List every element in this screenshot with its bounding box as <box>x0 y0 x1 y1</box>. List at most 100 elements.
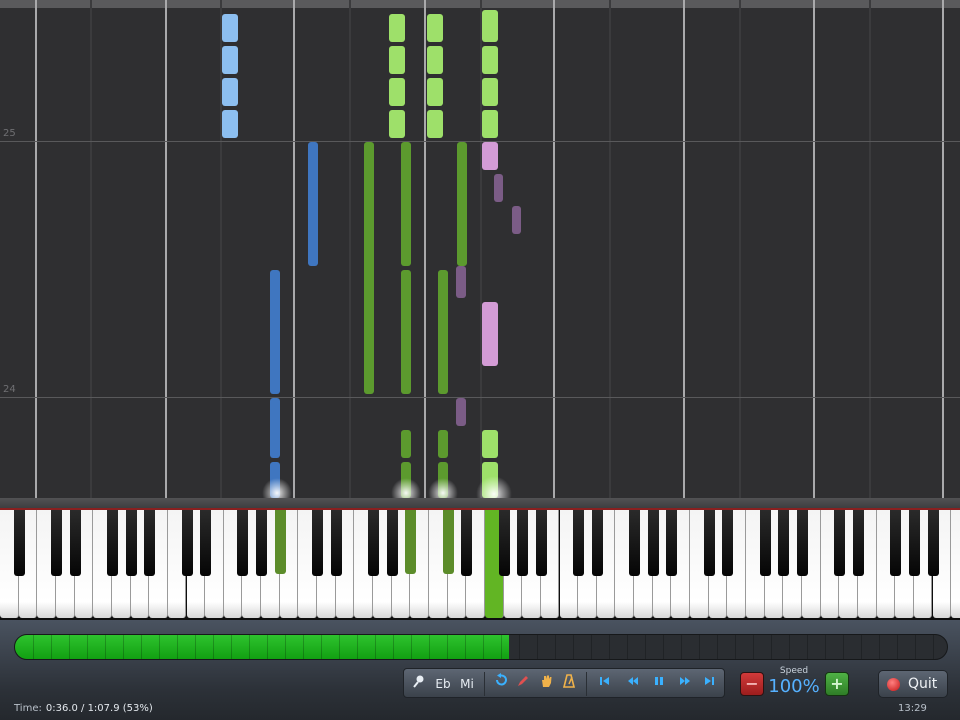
black-key[interactable] <box>852 510 864 576</box>
black-key[interactable] <box>144 510 156 576</box>
progress-segment <box>339 635 340 659</box>
black-key[interactable] <box>461 510 473 576</box>
black-key[interactable] <box>181 510 193 576</box>
black-key[interactable] <box>629 510 641 576</box>
black-key[interactable] <box>50 510 62 576</box>
progress-segment <box>141 635 142 659</box>
playback-toolbar: Eb Mi <box>403 668 725 698</box>
roll-gridline <box>293 0 295 498</box>
black-key[interactable] <box>386 510 398 576</box>
note-hit-glow <box>262 478 292 498</box>
undo-icon[interactable] <box>492 673 510 695</box>
falling-note <box>389 78 405 106</box>
progress-segment <box>249 635 250 659</box>
progress-fill <box>15 635 509 659</box>
key-selector-button[interactable]: Eb <box>432 673 454 695</box>
pause-icon[interactable] <box>650 673 668 695</box>
roll-gridline <box>869 0 871 498</box>
black-key[interactable] <box>330 510 342 576</box>
black-key[interactable] <box>535 510 547 576</box>
falling-note <box>482 46 498 74</box>
skip-end-icon[interactable] <box>700 673 718 695</box>
black-key[interactable] <box>274 510 286 574</box>
note-hit-glow <box>476 476 512 498</box>
falling-note <box>401 430 411 458</box>
black-key[interactable] <box>368 510 379 576</box>
progress-segment <box>573 635 574 659</box>
falling-note <box>427 110 443 138</box>
time-value: 0:36.0 / 1:07.9 (53%) <box>45 703 153 714</box>
roll-gridline <box>90 0 92 498</box>
black-key[interactable] <box>69 510 81 576</box>
quit-button[interactable]: Quit <box>878 670 948 698</box>
progress-segment <box>627 635 628 659</box>
speed-decrease-button[interactable]: − <box>740 672 764 696</box>
progress-segment <box>753 635 754 659</box>
control-panel: Eb Mi − Speed 100% + Quit Time: 0:36.0 /… <box>0 620 960 720</box>
black-key[interactable] <box>498 510 510 576</box>
piano-keyboard[interactable] <box>0 510 960 620</box>
progress-segment <box>105 635 106 659</box>
falling-note <box>222 110 238 138</box>
fast-forward-icon[interactable] <box>676 673 694 695</box>
note-hit-glow <box>391 478 421 498</box>
black-key[interactable] <box>908 510 920 576</box>
tempo-icon[interactable] <box>410 673 428 695</box>
falling-note <box>482 302 498 366</box>
song-progress-bar[interactable] <box>14 634 948 660</box>
keyboard-top-bar <box>0 498 960 510</box>
black-key[interactable] <box>796 510 808 576</box>
black-key[interactable] <box>312 510 324 576</box>
black-key[interactable] <box>591 510 603 576</box>
black-key[interactable] <box>722 510 734 576</box>
quit-icon <box>887 678 900 691</box>
progress-segment <box>195 635 196 659</box>
black-key[interactable] <box>13 510 25 576</box>
black-key[interactable] <box>759 510 771 576</box>
skip-start-icon[interactable] <box>596 673 614 695</box>
black-key[interactable] <box>405 510 417 574</box>
roll-gridline <box>683 0 685 498</box>
measure-label: 24 <box>3 384 16 395</box>
speed-increase-button[interactable]: + <box>825 672 849 696</box>
black-key[interactable] <box>834 510 846 576</box>
black-key[interactable] <box>125 510 137 576</box>
black-key[interactable] <box>517 510 529 576</box>
black-key[interactable] <box>647 510 659 576</box>
black-key[interactable] <box>778 510 790 576</box>
falling-note <box>308 142 318 266</box>
speed-label: Speed <box>779 666 809 676</box>
rewind-icon[interactable] <box>624 673 642 695</box>
falling-note <box>427 78 443 106</box>
falling-note <box>456 398 466 426</box>
progress-segment <box>681 635 682 659</box>
black-key[interactable] <box>703 510 715 576</box>
metronome-icon[interactable] <box>560 673 578 695</box>
roll-gridline <box>813 0 815 498</box>
hand-icon[interactable] <box>537 673 555 695</box>
black-key[interactable] <box>200 510 212 576</box>
falling-note <box>389 14 405 42</box>
white-key[interactable] <box>951 510 960 618</box>
falling-note <box>494 174 503 202</box>
falling-note <box>389 110 405 138</box>
progress-segment <box>771 635 772 659</box>
black-key[interactable] <box>927 510 939 576</box>
progress-segment <box>321 635 322 659</box>
pencil-icon[interactable] <box>514 673 532 695</box>
mode-selector-button[interactable]: Mi <box>457 673 477 695</box>
black-key[interactable] <box>890 510 902 576</box>
falling-note <box>270 398 280 458</box>
progress-segment <box>213 635 214 659</box>
progress-segment <box>375 635 376 659</box>
clock: 13:29 <box>898 703 927 714</box>
black-key[interactable] <box>573 510 585 576</box>
black-key[interactable] <box>237 510 249 576</box>
black-key[interactable] <box>442 510 454 574</box>
falling-note <box>482 10 498 42</box>
black-key[interactable] <box>106 510 118 576</box>
progress-segment <box>735 635 736 659</box>
black-key[interactable] <box>256 510 268 576</box>
black-key[interactable] <box>666 510 678 576</box>
progress-segment <box>357 635 358 659</box>
